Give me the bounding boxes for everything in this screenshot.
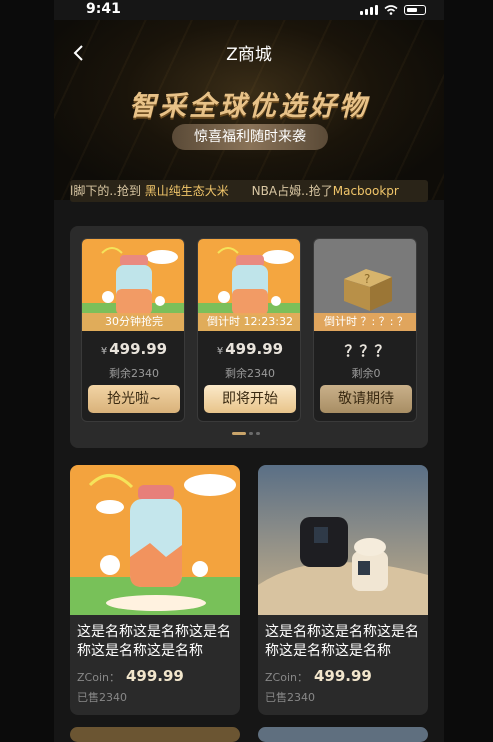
carousel-indicator xyxy=(232,432,260,435)
flash-status: 倒计时 ？: ？: ？ xyxy=(314,313,416,331)
price-value: 499.99 xyxy=(109,340,168,358)
product-price: ZCoin： 499.99 xyxy=(77,667,184,685)
flash-stock: 剩余2340 xyxy=(109,367,159,380)
coming-soon-button[interactable]: 即将开始 xyxy=(204,385,296,413)
flash-price: ？？？ xyxy=(314,340,416,361)
purchase-ticker: l脚下的..抢到 黑山纯生态大米 NBA占姆..抢了Macbookpr xyxy=(70,180,428,202)
ticker-item-1[interactable]: 黑山纯生态大米 xyxy=(145,184,229,198)
flash-card[interactable]: 30分钟抢完 ¥499.99 剩余2340 抢光啦~ xyxy=(81,238,185,422)
flash-price: ¥499.99 xyxy=(82,340,184,358)
currency-symbol: ¥ xyxy=(100,346,108,357)
page-title: Z商城 xyxy=(226,45,272,65)
flash-sale-panel: 30分钟抢完 ¥499.99 剩余2340 抢光啦~ 倒计时 12:23:32 … xyxy=(70,226,428,448)
phone-screen: Z商城 智采全球优选好物 惊喜福利随时来袭 9:41 l脚下的..抢到 黑山纯生… xyxy=(54,0,444,742)
wifi-icon xyxy=(384,4,398,15)
banner-headline: 智采全球优选好物 xyxy=(129,91,369,122)
price-value: 499.99 xyxy=(313,667,372,685)
stay-tuned-button[interactable]: 敬请期待 xyxy=(320,385,412,413)
product-card-partial[interactable] xyxy=(70,727,240,742)
currency-label: ZCoin： xyxy=(77,671,120,684)
product-name: 这是名称这是名称这是名称这是名称这是名称 xyxy=(77,624,231,659)
ticker-text-1: l脚下的..抢到 xyxy=(70,184,145,198)
flash-card[interactable]: ? 倒计时 ？: ？: ？ ？？？ 剩余0 敬请期待 xyxy=(313,238,417,422)
flash-card[interactable]: 倒计时 12:23:32 ¥499.99 剩余2340 即将开始 xyxy=(197,238,301,422)
price-value: ？？？ xyxy=(344,342,390,360)
status-bar: 9:41 xyxy=(54,0,444,20)
flash-price: ¥499.99 xyxy=(198,340,300,358)
flash-stock: 剩余2340 xyxy=(225,367,275,380)
product-price: ZCoin： 499.99 xyxy=(265,667,372,685)
battery-icon xyxy=(404,4,426,15)
product-name: 这是名称这是名称这是名称这是名称这是名称 xyxy=(265,624,419,659)
bottle-product-image xyxy=(70,465,240,615)
product-sold: 已售2340 xyxy=(77,691,127,704)
ticker-text-2: NBA占姆..抢了 xyxy=(228,184,333,198)
hero-banner: Z商城 智采全球优选好物 惊喜福利随时来袭 xyxy=(54,20,444,200)
flash-status: 30分钟抢完 xyxy=(82,313,184,331)
product-sold: 已售2340 xyxy=(265,691,315,704)
currency-label: ZCoin： xyxy=(265,671,308,684)
status-time: 9:41 xyxy=(86,1,121,17)
price-value: 499.99 xyxy=(125,667,184,685)
earbuds-product-image xyxy=(258,465,428,615)
svg-text:?: ? xyxy=(364,272,370,286)
product-card-partial[interactable] xyxy=(258,727,428,742)
product-card[interactable]: 这是名称这是名称这是名称这是名称这是名称 ZCoin： 499.99 已售2340 xyxy=(258,465,428,715)
signal-icon xyxy=(360,4,378,15)
flash-status: 倒计时 12:23:32 xyxy=(198,313,300,331)
flash-stock: 剩余0 xyxy=(351,367,381,380)
product-card[interactable]: 这是名称这是名称这是名称这是名称这是名称 ZCoin： 499.99 已售2340 xyxy=(70,465,240,715)
sold-out-button[interactable]: 抢光啦~ xyxy=(88,385,180,413)
currency-symbol: ¥ xyxy=(216,346,224,357)
banner-subtitle: 惊喜福利随时来袭 xyxy=(172,124,328,150)
price-value: 499.99 xyxy=(225,340,284,358)
ticker-item-2[interactable]: Macbookpr xyxy=(333,184,399,198)
